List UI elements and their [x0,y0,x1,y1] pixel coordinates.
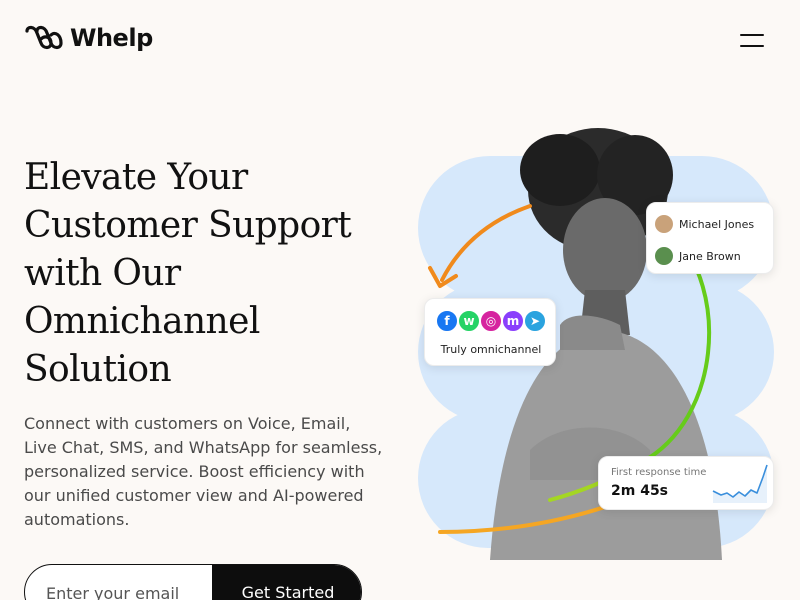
contact-item: Michael Jones [655,215,754,233]
contacts-card: Michael Jones Jane Brown [646,202,774,274]
channels-label: Truly omnichannel [440,343,542,356]
contact-name: Jane Brown [679,249,741,263]
get-started-button[interactable]: Get Started [212,565,361,600]
sparkline-chart [712,464,768,503]
description-line: Connect with customers on Voice, Email, [24,414,351,433]
hamburger-menu-icon[interactable] [736,30,766,52]
description-line: Live Chat, SMS, and WhatsApp for seamles… [24,438,383,457]
hero-description: Connect with customers on Voice, Email, … [24,412,384,532]
metric-label: First response time [611,467,707,478]
menu-line [740,34,764,36]
double-loop-logo-icon [25,25,63,50]
avatar [655,215,673,233]
hero-title-line: Customer Support [24,205,352,246]
brand-name: Whelp [70,24,153,52]
description-line: personalized service. Boost efficiency w… [24,462,365,481]
hero-title: Elevate Your Customer Support with Our O… [24,154,404,394]
metric-value: 2m 45s [611,483,669,499]
email-input[interactable] [25,565,213,600]
brand-logo[interactable]: Whelp [24,22,153,54]
channel-icon-group: f w ◎ m ➤ [435,309,547,335]
instagram-icon: ◎ [479,309,503,333]
hero-title-line: Omnichannel [24,301,260,342]
menu-line [740,45,764,47]
facebook-icon: f [435,309,459,333]
whatsapp-icon: w [457,309,481,333]
description-line: automations. [24,510,130,529]
contact-item: Jane Brown [655,247,741,265]
response-time-card: First response time 2m 45s [598,456,774,510]
avatar [655,247,673,265]
signup-form: Get Started [24,564,362,600]
hero-illustration: Michael Jones Jane Brown f w ◎ m ➤ Truly… [410,120,790,560]
hero-title-line: Elevate Your [24,157,248,198]
hero-title-line: Solution [24,349,172,390]
channels-card: f w ◎ m ➤ Truly omnichannel [424,298,556,366]
hero-title-line: with Our [24,253,181,294]
description-line: our unified customer view and AI-powered [24,486,364,505]
telegram-icon: ➤ [523,309,547,333]
site-header: Whelp [0,0,800,76]
messenger-icon: m [501,309,525,333]
contact-name: Michael Jones [679,217,755,231]
